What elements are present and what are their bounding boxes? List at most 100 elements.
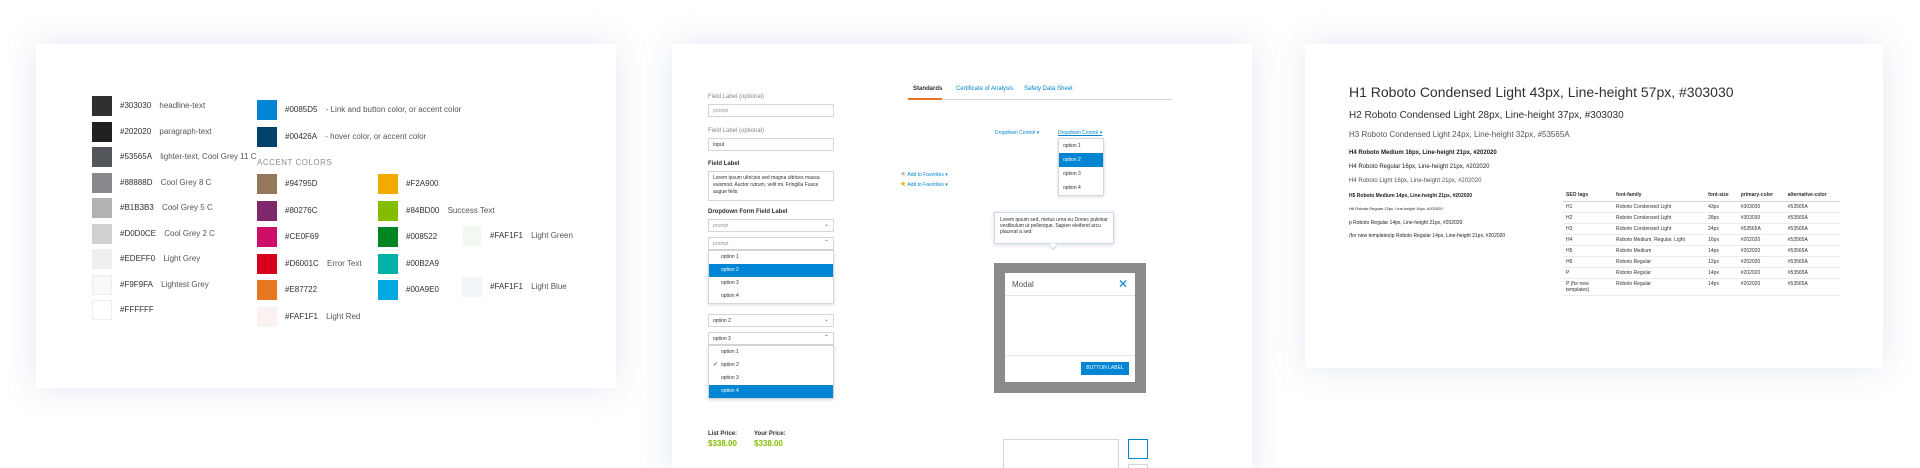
color-swatch: [257, 100, 277, 120]
color-swatch-label: #0085D5 - Link and button color, or acce…: [285, 100, 461, 120]
add-to-favorites-link-active[interactable]: ★ Add to Favorites ▾: [900, 180, 948, 188]
color-swatch: [92, 249, 112, 269]
form-components-card: Field Label (optional) prompt Field Labe…: [672, 44, 1252, 468]
tab-standards[interactable]: Standards: [913, 86, 942, 92]
color-description: Light Red: [323, 311, 361, 321]
tab-safety-data-sheet[interactable]: Safety Data Sheet: [1024, 86, 1073, 92]
menu-item[interactable]: option 4: [1059, 181, 1103, 195]
color-hex: #FFFFFF: [120, 305, 154, 314]
menu-item-label: option 4: [721, 388, 739, 394]
color-hex: #00426A: [285, 132, 318, 141]
color-swatch-label: #F2A900: [406, 174, 438, 194]
dropdown-prompt[interactable]: prompt ⌄: [708, 219, 834, 232]
dropdown-control-closed[interactable]: Dropdown Control ▾: [995, 130, 1039, 136]
color-description: paragraph-text: [157, 126, 212, 136]
table-cell: #202020: [1737, 256, 1785, 268]
menu-item[interactable]: option 4: [709, 385, 833, 398]
active-tab-indicator: [908, 98, 942, 100]
menu-item[interactable]: option 3: [1059, 167, 1103, 181]
thumbnail[interactable]: [1128, 464, 1148, 468]
color-swatch-label: #303030 headline-text: [120, 96, 205, 116]
menu-item-label: option 2: [1063, 157, 1081, 163]
modal-primary-button[interactable]: BUTTON LABEL: [1081, 362, 1129, 375]
color-hex: #FAF1F1: [285, 311, 318, 321]
dropdown-menu: option 1 option 2 option 3 option 4: [708, 250, 834, 304]
h1-sample: H1 Roboto Condensed Light 43px, Line-hei…: [1349, 84, 1734, 100]
color-swatch: [378, 174, 398, 194]
table-cell: 14px: [1705, 278, 1738, 296]
color-swatch: [378, 200, 398, 221]
color-description: Light Blue: [528, 282, 567, 291]
your-price-value: $338.00: [754, 439, 783, 448]
menu-item-label: option 4: [1063, 185, 1081, 191]
dropdown-selected[interactable]: option 2 ⌄: [708, 314, 834, 327]
menu-item[interactable]: option 2: [709, 264, 833, 277]
menu-item[interactable]: option 1: [1059, 139, 1103, 153]
thumbnail-selected[interactable]: [1128, 439, 1148, 459]
menu-item[interactable]: option 2: [1059, 153, 1103, 167]
textarea-field[interactable]: Lorem ipsum ultricies sed magna ultrices…: [708, 171, 834, 201]
menu-item[interactable]: option 3: [709, 372, 833, 385]
close-icon[interactable]: ✕: [1118, 277, 1128, 291]
menu-item[interactable]: option 3: [709, 277, 833, 290]
color-description: Lightest Grey: [158, 279, 209, 289]
color-hex: #303030: [120, 101, 152, 110]
h6-sample: H6 Roboto Regular 12px, Line-height 16px…: [1349, 206, 1443, 211]
table-cell: #53565A: [1784, 245, 1840, 257]
menu-item-label: option 4: [721, 293, 739, 299]
color-swatch: [92, 96, 112, 116]
color-description: Error Text: [324, 258, 362, 268]
table-cell: 14px: [1705, 245, 1738, 257]
color-swatch: [92, 198, 112, 218]
dropdown-control-open[interactable]: Dropdown Control ▾: [1058, 130, 1102, 136]
dropdown-menu-checked: option 1 ✓ option 2 option 3 option 4: [708, 345, 834, 399]
color-swatch-label: #202020 paragraph-text: [120, 122, 211, 142]
table-cell: Roboto Medium: [1613, 245, 1706, 257]
menu-item[interactable]: ✓ option 2: [709, 359, 833, 372]
table-cell: 28px: [1705, 212, 1738, 224]
color-description: Light Grey: [161, 254, 201, 263]
dropdown-open[interactable]: prompt ⌃: [708, 237, 834, 250]
prompt-input[interactable]: prompt: [708, 104, 834, 117]
color-hex: #FAF1F1: [490, 231, 523, 240]
color-hex: #80276C: [285, 205, 318, 215]
dropdown-open-checked[interactable]: option 3 ⌃: [708, 332, 834, 345]
table-cell: Roboto Regular: [1613, 267, 1706, 279]
color-swatch-label: #FAF1F1 Light Green: [490, 226, 573, 246]
color-swatch-label: #00426A - hover color, or accent color: [285, 127, 426, 147]
table-cell: Roboto Medium, Regular, Light: [1613, 234, 1706, 246]
typography-table: SEO tags font-family font-size primary-colo…: [1563, 190, 1840, 296]
list-price-value: $338.00: [708, 439, 737, 448]
table-cell: Roboto Condensed Light: [1613, 223, 1706, 235]
color-swatch-label: #EDEFF0 Light Grey: [120, 249, 200, 269]
h4-regular-sample: H4 Roboto Regular 16px, Line-height 21px…: [1349, 164, 1490, 170]
your-price-label: Your Price:: [754, 431, 786, 437]
table-cell: #303030: [1737, 212, 1785, 224]
color-hex: #0085D5: [285, 105, 318, 114]
color-hex: #B1B3B3: [120, 203, 154, 212]
table-cell: H6: [1563, 256, 1613, 268]
table-row: P Roboto Regular 14px #202020 #53565A: [1563, 267, 1840, 279]
color-swatch: [92, 172, 112, 193]
color-swatch: [92, 274, 112, 295]
tab-certificate-of-analysis[interactable]: Certificate of Analysis: [956, 86, 1013, 92]
menu-item[interactable]: option 1: [709, 251, 833, 264]
color-description: headline-text: [157, 101, 206, 110]
table-cell: P: [1563, 267, 1613, 279]
chevron-down-icon: ⌄: [823, 222, 829, 228]
add-to-favorites-link[interactable]: ★ Add to Favorites ▾: [900, 170, 948, 178]
menu-item-label: option 2: [721, 362, 739, 368]
color-swatch: [92, 147, 112, 167]
color-description: Cool Grey 8 C: [158, 177, 212, 187]
p-new-template-sample: (for new templates)p Roboto Regular 14px…: [1349, 233, 1506, 239]
color-swatch: [378, 280, 398, 300]
menu-item[interactable]: option 1: [709, 346, 833, 359]
color-swatch-label: #53565A lighter-text, Cool Grey 11 C: [120, 147, 257, 167]
color-swatch: [257, 174, 277, 194]
color-hex: #53565A: [120, 152, 153, 161]
menu-item[interactable]: option 4: [709, 290, 833, 303]
color-swatch-label: #CE0F69: [285, 227, 319, 247]
table-cell: #202020: [1737, 245, 1785, 257]
table-cell: #202020: [1737, 278, 1785, 296]
filled-input[interactable]: Input: [708, 138, 834, 151]
